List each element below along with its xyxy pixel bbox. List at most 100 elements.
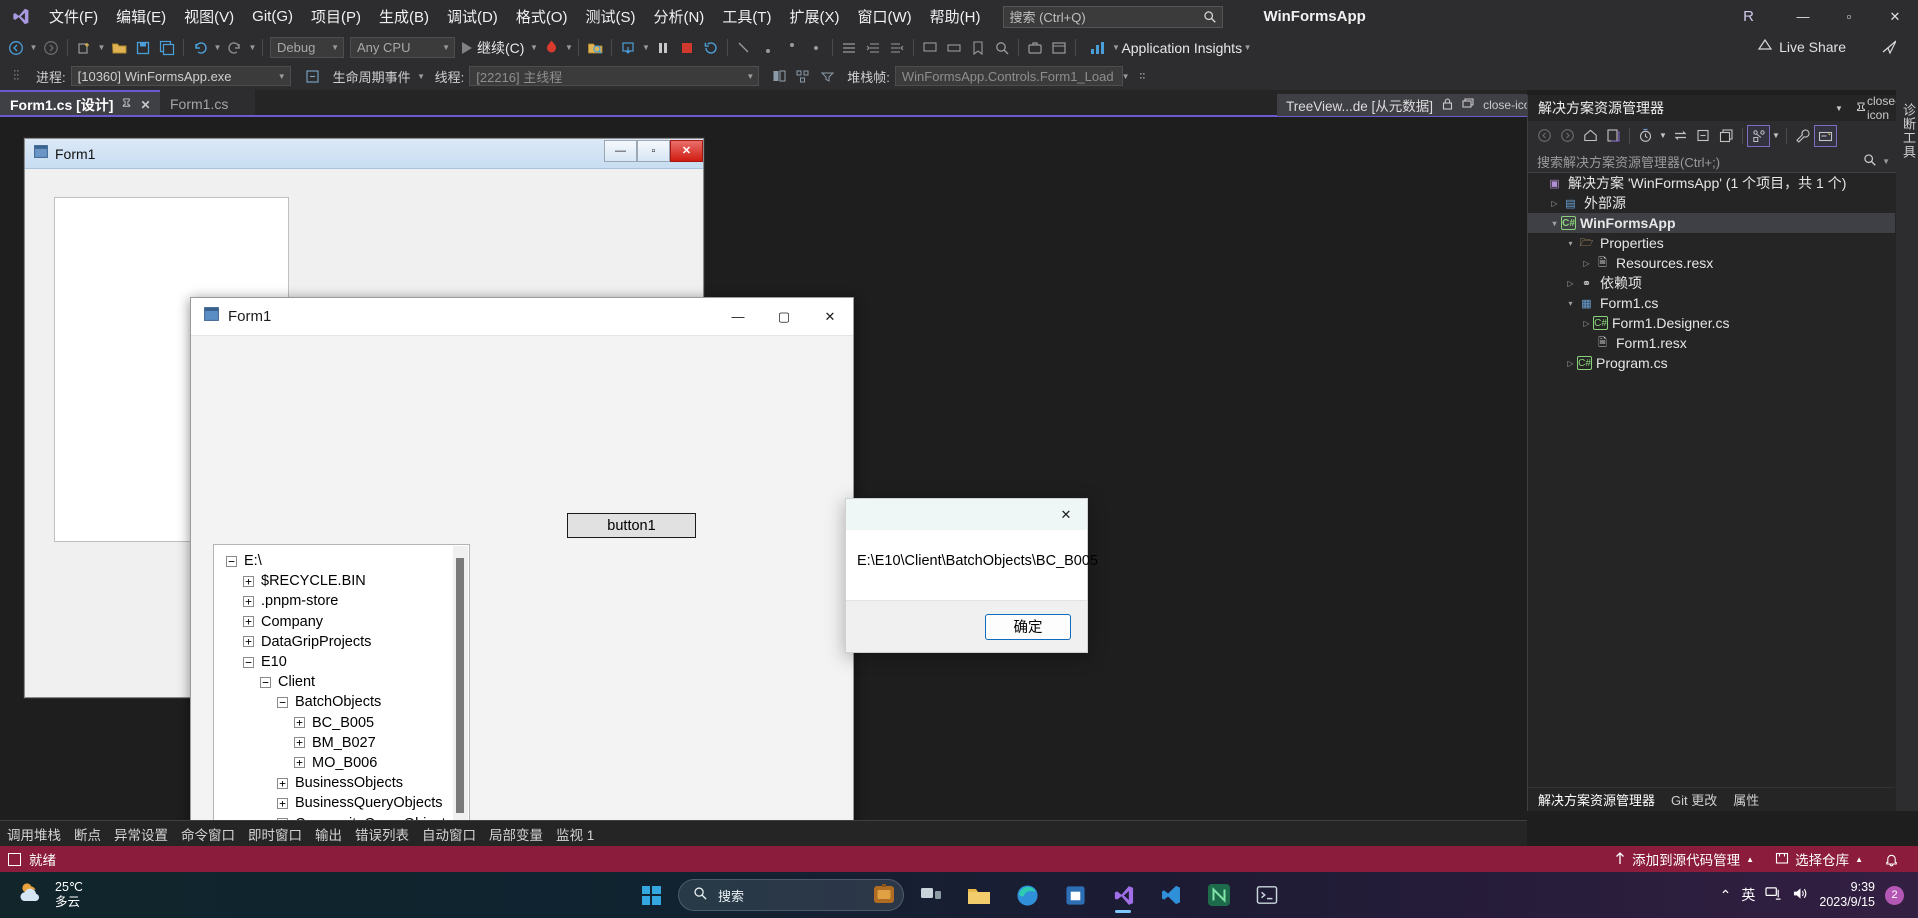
- navigate-back-icon[interactable]: [4, 36, 28, 59]
- treeview-row[interactable]: − E10: [214, 652, 454, 672]
- new-project-dropdown-icon[interactable]: ▼: [96, 36, 107, 59]
- solution-explorer-row[interactable]: ▷ 🗎 Resources.resx: [1528, 253, 1895, 273]
- menu-extensions[interactable]: 扩展(X): [780, 2, 848, 31]
- task-view-icon[interactable]: [910, 875, 952, 915]
- collapsed-chevron-icon[interactable]: ▷: [1548, 199, 1561, 208]
- runtime-minimize-button[interactable]: —: [715, 298, 761, 336]
- add-to-source-control-button[interactable]: 添加到源代码管理 ▲: [1607, 846, 1761, 872]
- redo-dropdown-icon[interactable]: ▼: [247, 36, 258, 59]
- solution-explorer-row[interactable]: ▣ 解决方案 'WinFormsApp' (1 个项目，共 1 个): [1528, 173, 1895, 193]
- tab-form1-designer[interactable]: Form1.cs [设计] ✕: [0, 90, 160, 117]
- solution-explorer-row[interactable]: ▾ C# WinFormsApp: [1528, 213, 1895, 233]
- bottom-panel-tab[interactable]: 命令窗口: [181, 824, 235, 844]
- collapsed-chevron-icon[interactable]: ▷: [1580, 259, 1593, 268]
- properties-window-icon[interactable]: [1047, 36, 1071, 59]
- sync-icon[interactable]: [1669, 125, 1692, 147]
- taskbar-clock[interactable]: 9:39 2023/9/15: [1819, 880, 1875, 910]
- visual-studio-icon[interactable]: [1102, 875, 1144, 915]
- collapse-all-icon[interactable]: [1692, 125, 1715, 147]
- bottom-panel-tab[interactable]: 错误列表: [355, 824, 409, 844]
- form-maximize-button[interactable]: ▫: [637, 139, 670, 162]
- step-icon[interactable]: [616, 36, 640, 59]
- terminal-icon[interactable]: [1246, 875, 1288, 915]
- ime-indicator[interactable]: 英: [1741, 885, 1755, 905]
- uncomment-icon[interactable]: [942, 36, 966, 59]
- footer-tab-properties[interactable]: 属性: [1733, 790, 1759, 809]
- stack-frame-combo[interactable]: WinFormsApp.Controls.Form1_Load ▼: [894, 66, 1130, 86]
- message-dialog-close-icon[interactable]: ✕: [1045, 499, 1087, 530]
- view-mode-dropdown-icon[interactable]: ▼: [1770, 125, 1782, 147]
- hot-reload-icon[interactable]: [539, 36, 563, 59]
- expand-node-icon[interactable]: +: [243, 636, 254, 648]
- treeview-row[interactable]: + BusinessObjects: [214, 773, 454, 793]
- menu-test[interactable]: 测试(S): [576, 2, 644, 31]
- path-message-dialog[interactable]: ✕ E:\E10\Client\BatchObjects\BC_B005 确定: [845, 498, 1098, 653]
- button1[interactable]: button1: [567, 513, 696, 538]
- pin-icon[interactable]: [121, 97, 132, 112]
- treeview-row[interactable]: − E:\: [214, 551, 454, 571]
- menu-file[interactable]: 文件(F): [40, 2, 107, 31]
- notification-count-badge[interactable]: 2: [1885, 885, 1904, 905]
- process-combo[interactable]: [10360] WinFormsApp.exe ▼: [70, 66, 291, 86]
- menu-edit[interactable]: 编辑(E): [107, 2, 175, 31]
- treeview-row[interactable]: + BC_B005: [214, 713, 454, 733]
- runtime-close-button[interactable]: ✕: [807, 298, 853, 336]
- history-dropdown-icon[interactable]: ▼: [1657, 125, 1669, 147]
- app-insights-dropdown-icon[interactable]: ▼: [1110, 36, 1121, 59]
- stack-filter-icon[interactable]: [815, 65, 839, 88]
- select-repository-button[interactable]: 选择仓库 ▲: [1768, 846, 1870, 872]
- solution-platform-combo[interactable]: Any CPU ▼: [350, 37, 455, 58]
- menu-build[interactable]: 生成(B): [370, 2, 438, 31]
- collapsed-chevron-icon[interactable]: ▷: [1564, 279, 1577, 288]
- network-icon[interactable]: [1765, 886, 1782, 904]
- navicat-icon[interactable]: [1198, 875, 1240, 915]
- solution-explorer-tree[interactable]: ▣ 解决方案 'WinFormsApp' (1 个项目，共 1 个) ▷ ▤ 外部源 ▾ C…: [1528, 173, 1895, 763]
- forward-icon[interactable]: [1556, 125, 1579, 147]
- tray-expand-chevron-icon[interactable]: ⌃: [1720, 887, 1732, 904]
- taskbar-search-widget-icon[interactable]: [871, 881, 897, 910]
- bottom-panel-tab[interactable]: 调用堆栈: [7, 824, 61, 844]
- minimize-button[interactable]: —: [1780, 0, 1826, 33]
- menu-debug[interactable]: 调试(D): [438, 2, 507, 31]
- hot-reload-dropdown-icon[interactable]: ▼: [563, 36, 574, 59]
- expand-node-icon[interactable]: +: [277, 797, 288, 809]
- continue-dropdown-icon[interactable]: ▼: [528, 36, 539, 59]
- toolbar-overflow-icon[interactable]: [1131, 65, 1155, 88]
- run-to-cursor-icon[interactable]: [804, 36, 828, 59]
- right-rail-diagnostic-tools[interactable]: 诊断工具: [1896, 95, 1918, 811]
- notifications-bell-icon[interactable]: [1877, 846, 1906, 872]
- bottom-panel-tab[interactable]: 断点: [74, 824, 101, 844]
- vscode-icon[interactable]: [1150, 875, 1192, 915]
- store-icon[interactable]: [1054, 875, 1096, 915]
- chevron-down-icon[interactable]: ▼: [1828, 97, 1850, 119]
- home-icon[interactable]: [1579, 125, 1602, 147]
- solution-explorer-row[interactable]: ▾ ▦ Form1.cs: [1528, 293, 1895, 313]
- save-all-icon[interactable]: [155, 36, 179, 59]
- continue-button[interactable]: 继续(C): [458, 38, 528, 58]
- properties-wrench-icon[interactable]: [1791, 125, 1814, 147]
- collapse-node-icon[interactable]: −: [277, 696, 288, 708]
- collapsed-chevron-icon[interactable]: ▷: [1580, 319, 1593, 328]
- indent-icon[interactable]: [861, 36, 885, 59]
- tool-window-tab-treeview[interactable]: TreeView...de [从元数据] close-icon ▼: [1277, 94, 1576, 116]
- bottom-panel-tab[interactable]: 即时窗口: [248, 824, 302, 844]
- pause-icon[interactable]: [651, 36, 675, 59]
- treeview-row[interactable]: + BusinessQueryObjects: [214, 793, 454, 813]
- bottom-panel-tab[interactable]: 自动窗口: [422, 824, 476, 844]
- lifecycle-dropdown-icon[interactable]: ▼: [416, 65, 427, 88]
- app-insights-menu-icon[interactable]: ▼: [1242, 36, 1253, 59]
- expand-node-icon[interactable]: +: [294, 737, 305, 749]
- treeview-row[interactable]: + Company: [214, 612, 454, 632]
- find-icon[interactable]: [990, 36, 1014, 59]
- outdent-icon[interactable]: [885, 36, 909, 59]
- show-all-frames-icon[interactable]: [767, 65, 791, 88]
- save-icon[interactable]: [131, 36, 155, 59]
- expand-node-icon[interactable]: +: [277, 777, 288, 789]
- solution-explorer-row[interactable]: ▷ C# Form1.Designer.cs: [1528, 313, 1895, 333]
- parallel-stacks-icon[interactable]: [791, 65, 815, 88]
- taskbar-weather-widget[interactable]: 25℃ 多云: [0, 879, 83, 912]
- treeview-row[interactable]: + DataGripProjects: [214, 632, 454, 652]
- treeview-scrollbar-thumb[interactable]: [456, 558, 464, 813]
- expand-node-icon[interactable]: +: [243, 575, 254, 587]
- treeview-row[interactable]: − BatchObjects: [214, 692, 454, 712]
